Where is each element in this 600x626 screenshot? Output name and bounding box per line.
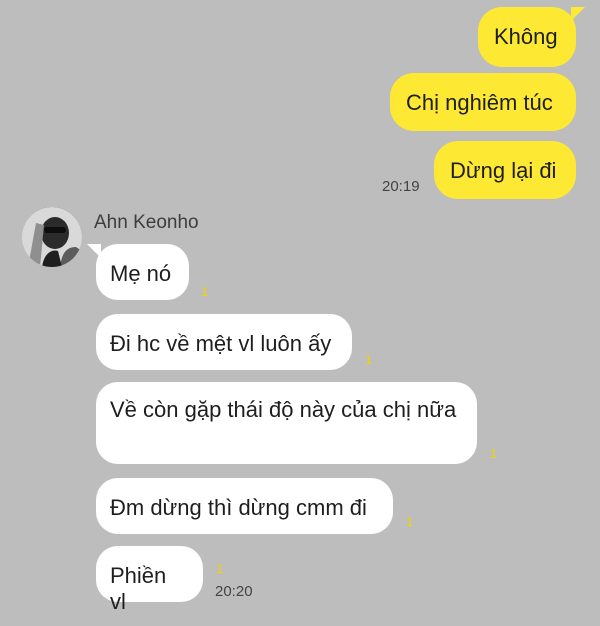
chat-area: Không Chị nghiêm túc 20:19 Dừng lại đi A…: [0, 0, 600, 626]
message-time: 20:19: [382, 178, 420, 195]
incoming-message[interactable]: Về còn gặp thái độ này của chị nữa: [96, 382, 477, 464]
incoming-message[interactable]: Phiền vl: [96, 546, 203, 614]
message-text: Về còn gặp thái độ này của chị nữa: [110, 397, 457, 422]
unread-count: 1: [201, 284, 209, 299]
incoming-message[interactable]: Đm dừng thì dừng cmm đi: [96, 478, 393, 534]
message-text: Dừng lại đi: [450, 158, 557, 183]
sender-name: Ahn Keonho: [94, 212, 199, 233]
message-text: Đm dừng thì dừng cmm đi: [110, 495, 367, 520]
message-text: Không: [494, 24, 558, 49]
incoming-message[interactable]: Đi hc về mệt vl luôn ấy: [96, 314, 352, 370]
message-text: Mẹ nó: [110, 261, 172, 286]
avatar[interactable]: [22, 207, 82, 267]
message-time: 20:20: [215, 583, 253, 600]
message-text: Phiền vl: [110, 563, 167, 614]
outgoing-message[interactable]: Không: [478, 7, 585, 67]
incoming-message[interactable]: Mẹ nó: [87, 244, 189, 300]
unread-count: 1: [365, 352, 373, 367]
unread-count: 1: [216, 561, 224, 576]
message-text: Chị nghiêm túc: [406, 90, 553, 115]
message-text: Đi hc về mệt vl luôn ấy: [110, 331, 332, 356]
profile-photo-icon: [22, 207, 82, 267]
unread-count: 1: [406, 514, 414, 529]
outgoing-message[interactable]: Chị nghiêm túc: [390, 73, 576, 131]
unread-count: 1: [490, 446, 498, 461]
outgoing-message[interactable]: Dừng lại đi: [434, 141, 576, 199]
